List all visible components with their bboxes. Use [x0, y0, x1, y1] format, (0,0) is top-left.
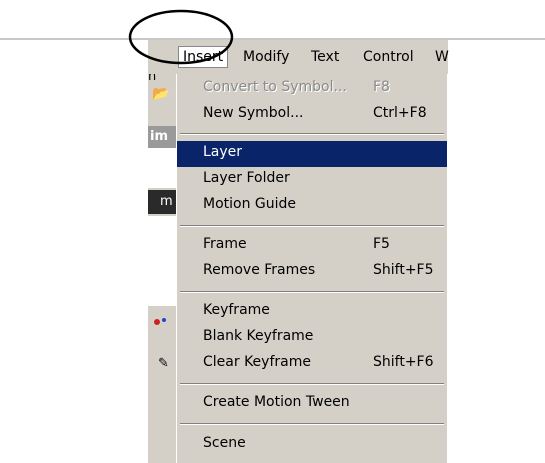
menu-item-blank-keyframe[interactable]: Blank Keyframe	[177, 325, 447, 351]
menu-item-shortcut: F5	[373, 236, 390, 252]
menu-item-frame[interactable]: Frame F5	[177, 233, 447, 259]
menu-modify[interactable]: Modify	[243, 47, 289, 67]
menu-item-label: Remove Frames	[203, 262, 316, 278]
app-toolbar-strip: 📂 im m ✎ n	[148, 40, 178, 463]
menu-item-label: Frame	[203, 236, 247, 252]
menu-item-label: Convert to Symbol...	[203, 79, 347, 95]
edit-icon[interactable]: ✎	[158, 356, 169, 371]
menu-item-label: New Symbol...	[203, 105, 304, 121]
menu-separator	[180, 133, 444, 135]
menu-item-clear-keyframe[interactable]: Clear Keyframe Shift+F6	[177, 351, 447, 377]
menu-item-keyframe[interactable]: Keyframe	[177, 299, 447, 325]
timeline-area	[148, 216, 178, 306]
menu-item-label: Create Motion Tween	[203, 394, 350, 410]
menu-item-shortcut: Shift+F6	[373, 354, 434, 370]
menu-item-new-symbol[interactable]: New Symbol... Ctrl+F8	[177, 102, 447, 128]
menu-item-shortcut: Ctrl+F8	[373, 105, 427, 121]
panel-area	[148, 148, 178, 188]
menu-item-motion-guide[interactable]: Motion Guide	[177, 193, 447, 219]
menu-item-shortcut: F8	[373, 79, 390, 95]
menu-item-label: Clear Keyframe	[203, 354, 311, 370]
menu-separator	[180, 383, 444, 385]
layer-name-fragment[interactable]: m	[148, 190, 178, 214]
menu-item-scene[interactable]: Scene	[177, 432, 447, 458]
onion-skin-icon[interactable]	[151, 314, 171, 330]
menu-separator	[180, 423, 444, 425]
menu-item-label: Keyframe	[203, 302, 270, 318]
annotation-circle	[128, 9, 234, 65]
menu-item-create-motion-tween[interactable]: Create Motion Tween	[177, 391, 447, 417]
menu-item-label: Scene	[203, 435, 246, 451]
insert-dropdown-menu: Convert to Symbol... F8 New Symbol... Ct…	[176, 74, 447, 463]
folder-icon[interactable]: 📂	[152, 86, 169, 102]
menu-item-label: Layer	[203, 144, 243, 160]
menu-item-layer[interactable]: Layer	[177, 141, 447, 167]
menu-item-layer-folder[interactable]: Layer Folder	[177, 167, 447, 193]
menu-item-convert-to-symbol[interactable]: Convert to Symbol... F8	[177, 76, 447, 102]
menu-item-label: Layer Folder	[203, 170, 290, 186]
menu-item-label: Blank Keyframe	[203, 328, 314, 344]
menu-control[interactable]: Control	[363, 47, 414, 67]
menu-text[interactable]: Text	[311, 47, 339, 67]
menu-item-label: Motion Guide	[203, 196, 297, 212]
menu-separator	[180, 291, 444, 293]
menu-separator	[180, 225, 444, 227]
menu-window[interactable]: W	[435, 47, 449, 67]
menu-item-remove-frames[interactable]: Remove Frames Shift+F5	[177, 259, 447, 285]
timeline-panel-title: im	[148, 126, 178, 148]
menu-item-shortcut: Shift+F5	[373, 262, 434, 278]
